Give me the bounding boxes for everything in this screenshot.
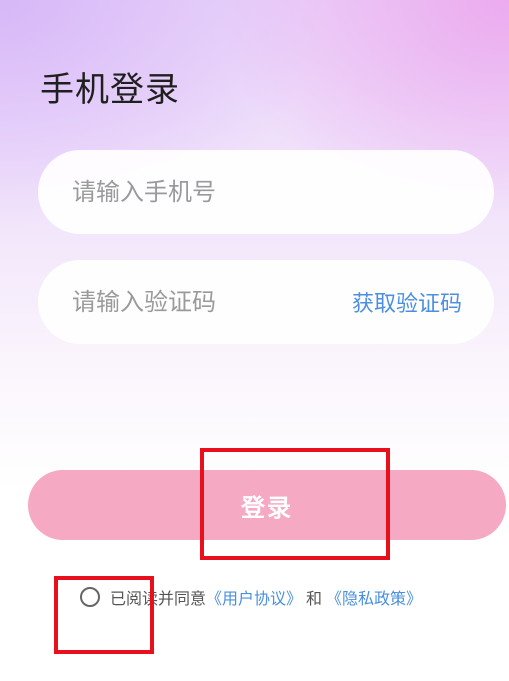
agreement-conjunction: 和: [306, 589, 323, 608]
phone-input[interactable]: [70, 177, 462, 207]
verification-code-input[interactable]: [70, 287, 342, 317]
agreement-prefix: 已阅读并同意: [110, 589, 207, 608]
get-code-button[interactable]: 获取验证码: [352, 286, 462, 318]
privacy-policy-link[interactable]: 《隐私政策》: [326, 585, 422, 609]
user-agreement-link[interactable]: 《用户协议》: [206, 585, 302, 609]
agreement-radio[interactable]: [80, 587, 100, 607]
login-page: 手机登录 获取验证码 登录 已阅读并同意 《用户协议》 和 《隐私政策》: [0, 0, 509, 681]
code-field[interactable]: 获取验证码: [38, 260, 494, 344]
login-button-label: 登录: [241, 493, 293, 522]
phone-field[interactable]: [38, 150, 494, 234]
agreement-row: 已阅读并同意 《用户协议》 和 《隐私政策》: [80, 584, 422, 610]
login-button[interactable]: 登录: [28, 470, 506, 540]
page-title: 手机登录: [40, 70, 180, 110]
